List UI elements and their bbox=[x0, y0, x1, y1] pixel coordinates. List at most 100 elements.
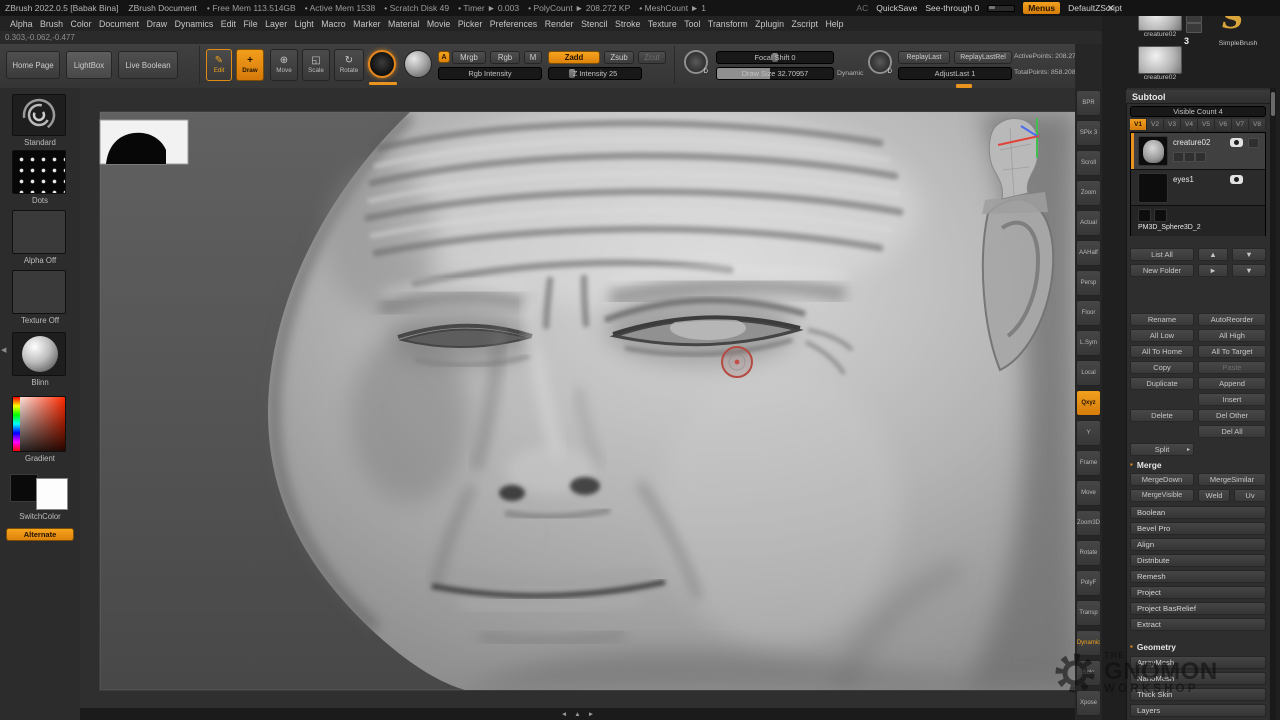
polyframe-button[interactable]: PolyF bbox=[1076, 570, 1101, 596]
align-section[interactable]: Align bbox=[1130, 538, 1266, 551]
subtool-down-button[interactable]: ▼ bbox=[1232, 248, 1266, 261]
vtab-7[interactable]: V7 bbox=[1232, 119, 1249, 130]
canvas-scroll-bar[interactable]: ◄ ▲ ► bbox=[80, 708, 1075, 720]
dynamic-label[interactable]: Dynamic bbox=[837, 70, 863, 77]
paste-button[interactable]: Paste bbox=[1198, 361, 1266, 374]
subtool-options-icon[interactable] bbox=[1248, 138, 1259, 148]
live-boolean-button[interactable]: Live Boolean bbox=[118, 51, 178, 79]
replay-last-button[interactable]: ReplayLast bbox=[898, 51, 950, 64]
hue-strip[interactable] bbox=[13, 397, 20, 451]
current-stroke-thumbnail[interactable] bbox=[12, 150, 66, 194]
sculpt-canvas[interactable] bbox=[80, 88, 1075, 708]
all-to-home-button[interactable]: All To Home bbox=[1130, 345, 1194, 358]
qxyz-button[interactable]: Qxyz bbox=[1076, 390, 1101, 416]
subtool-sculpt-icon[interactable] bbox=[1184, 152, 1195, 162]
menu-alpha[interactable]: Alpha bbox=[10, 19, 33, 29]
focal-shift-slider[interactable]: Focal Shift 0 bbox=[716, 51, 834, 64]
current-brush-thumbnail[interactable] bbox=[12, 94, 66, 136]
xpose-button[interactable]: Xpose bbox=[1076, 690, 1101, 716]
subtool-thumbnail[interactable] bbox=[1138, 136, 1168, 166]
zsub-button[interactable]: Zsub bbox=[604, 51, 634, 64]
main-color-swatch[interactable] bbox=[10, 474, 38, 502]
local-sym-button[interactable]: L.Sym bbox=[1076, 330, 1101, 356]
project-section[interactable]: Project bbox=[1130, 586, 1266, 599]
rgb-button[interactable]: Rgb bbox=[490, 51, 520, 64]
geometry-section-header[interactable]: ▪ Geometry bbox=[1130, 641, 1176, 652]
vtab-1[interactable]: V1 bbox=[1130, 119, 1147, 130]
menu-draw[interactable]: Draw bbox=[147, 19, 168, 29]
brush-alpha-icon[interactable] bbox=[368, 50, 396, 78]
menu-material[interactable]: Material bbox=[388, 19, 419, 29]
mrgb-button[interactable]: Mrgb bbox=[452, 51, 486, 64]
bevel-pro-section[interactable]: Bevel Pro bbox=[1130, 522, 1266, 535]
project-basrelief-section[interactable]: Project BasRelief bbox=[1130, 602, 1266, 615]
replay-last-rel-button[interactable]: ReplayLastRel bbox=[954, 51, 1012, 64]
home-page-button[interactable]: Home Page bbox=[6, 51, 60, 79]
subtool-folder-icon[interactable] bbox=[1195, 152, 1206, 162]
uv-button[interactable]: Uv bbox=[1234, 489, 1266, 502]
tool-option-icon[interactable] bbox=[1186, 23, 1202, 33]
material-sphere-icon[interactable] bbox=[404, 50, 432, 78]
thick-skin-section[interactable]: Thick Skin bbox=[1130, 688, 1266, 701]
visibility-eye-icon[interactable] bbox=[1230, 138, 1243, 147]
menu-file[interactable]: File bbox=[243, 19, 257, 29]
menu-tool[interactable]: Tool bbox=[684, 19, 700, 29]
texture-slot[interactable] bbox=[12, 270, 66, 314]
rename-button[interactable]: Rename bbox=[1130, 313, 1194, 326]
new-folder-button[interactable]: New Folder bbox=[1130, 264, 1194, 277]
menu-transform[interactable]: Transform bbox=[708, 19, 748, 29]
subtool-thumbnail[interactable] bbox=[1154, 209, 1167, 222]
extract-section[interactable]: Extract bbox=[1130, 618, 1266, 631]
scroll-right-icon[interactable]: ► bbox=[588, 711, 594, 718]
menu-brush[interactable]: Brush bbox=[40, 19, 63, 29]
see-through-slider[interactable] bbox=[987, 5, 1015, 12]
menu-render[interactable]: Render bbox=[545, 19, 574, 29]
all-to-target-button[interactable]: All To Target bbox=[1198, 345, 1266, 358]
duplicate-button[interactable]: Duplicate bbox=[1130, 377, 1194, 390]
dynamic-ghost-button[interactable]: Dynamic bbox=[1076, 630, 1101, 656]
delete-button[interactable]: Delete bbox=[1130, 409, 1194, 422]
scale-button[interactable]: ◱ Scale bbox=[302, 49, 330, 81]
bpr-button[interactable]: BPR bbox=[1076, 90, 1101, 116]
color-picker[interactable] bbox=[12, 396, 66, 452]
rotate-button[interactable]: ↻ Rotate bbox=[334, 49, 364, 81]
menu-layer[interactable]: Layer bbox=[265, 19, 287, 29]
boolean-section[interactable]: Boolean bbox=[1130, 506, 1266, 519]
vtab-2[interactable]: V2 bbox=[1147, 119, 1164, 130]
menu-marker[interactable]: Marker bbox=[353, 19, 380, 29]
panel-scrollbar-track[interactable] bbox=[1270, 88, 1276, 720]
vtab-8[interactable]: V8 bbox=[1249, 119, 1266, 130]
menus-toggle-button[interactable]: Menus bbox=[1023, 2, 1060, 14]
folder-move-in-icon[interactable]: ► bbox=[1198, 264, 1228, 277]
autoreorder-button[interactable]: AutoReorder bbox=[1198, 313, 1266, 326]
draw-button[interactable]: + Draw bbox=[236, 49, 264, 81]
vtab-4[interactable]: V4 bbox=[1181, 119, 1198, 130]
menu-stroke[interactable]: Stroke bbox=[615, 19, 640, 29]
subtool-thumbnail[interactable] bbox=[1138, 209, 1151, 222]
menu-document[interactable]: Document bbox=[99, 19, 139, 29]
previous-tool-thumbnail[interactable] bbox=[1138, 46, 1182, 74]
merge-visible-button[interactable]: MergeVisible bbox=[1130, 489, 1194, 502]
arraymesh-section[interactable]: ArrayMesh bbox=[1130, 656, 1266, 669]
zadd-button[interactable]: Zadd bbox=[548, 51, 600, 64]
menu-dynamics[interactable]: Dynamics bbox=[175, 19, 214, 29]
actual-button[interactable]: Actual bbox=[1076, 210, 1101, 236]
close-icon[interactable]: ✕ bbox=[1107, 3, 1115, 14]
menu-light[interactable]: Light bbox=[295, 19, 314, 29]
scroll-doc-button[interactable]: Scroll bbox=[1076, 150, 1101, 176]
subtool-row[interactable]: PM3D_Sphere3D_2 bbox=[1131, 206, 1265, 236]
all-low-button[interactable]: All Low bbox=[1130, 329, 1194, 342]
nanomesh-section[interactable]: NanoMesh bbox=[1130, 672, 1266, 685]
vtab-6[interactable]: V6 bbox=[1215, 119, 1232, 130]
scroll-up-icon[interactable]: ▲ bbox=[574, 711, 580, 718]
del-other-button[interactable]: Del Other bbox=[1198, 409, 1266, 422]
subtool-up-button[interactable]: ▲ bbox=[1198, 248, 1228, 261]
auto-badge[interactable]: A bbox=[438, 51, 450, 63]
menu-zscript[interactable]: Zscript bbox=[792, 19, 818, 29]
frame-button[interactable]: Frame bbox=[1076, 450, 1101, 476]
y-axis-button[interactable]: Y bbox=[1076, 420, 1101, 446]
move-button[interactable]: ⊕ Move bbox=[270, 49, 298, 81]
quicksave-button[interactable]: QuickSave bbox=[876, 3, 917, 13]
merge-down-button[interactable]: MergeDown bbox=[1130, 473, 1194, 486]
split-button[interactable]: Split ▸ bbox=[1130, 443, 1194, 456]
